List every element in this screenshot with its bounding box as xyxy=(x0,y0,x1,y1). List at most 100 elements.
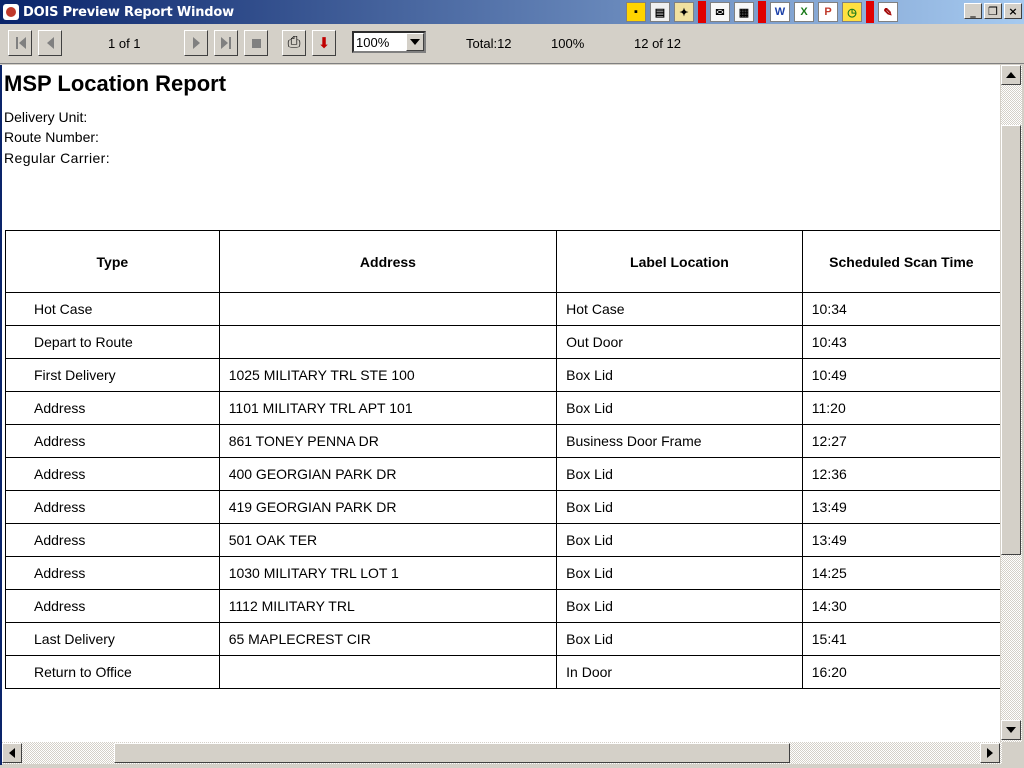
cell-label-location: Box Lid xyxy=(556,358,803,392)
cell-label-location: Box Lid xyxy=(556,490,803,524)
clock-icon[interactable]: ◷ xyxy=(842,2,862,22)
zoom-dropdown-button[interactable] xyxy=(406,33,424,51)
cell-type: Last Delivery xyxy=(5,622,220,656)
scroll-left-button[interactable] xyxy=(2,743,22,763)
title-bar[interactable]: DOIS Preview Report Window ▪ ▤ ✦ ✉ ▦ W X… xyxy=(0,0,1024,24)
cell-scan-time: 13:49 xyxy=(801,490,1000,524)
arrow-down-icon xyxy=(1006,727,1016,733)
cell-address: 501 OAK TER xyxy=(218,523,558,557)
cell-type: Address xyxy=(5,457,220,491)
column-header-type: Type xyxy=(5,230,220,293)
table-row: Return to Office In Door 16:20 xyxy=(5,655,1000,689)
horizontal-scroll-thumb[interactable] xyxy=(114,743,790,763)
tray-separator xyxy=(758,1,766,23)
cell-label-location: Business Door Frame xyxy=(556,424,803,458)
scroll-up-button[interactable] xyxy=(1001,65,1021,85)
vertical-scrollbar[interactable] xyxy=(1001,65,1022,742)
tray-separator xyxy=(866,1,874,23)
cell-label-location: Hot Case xyxy=(556,292,803,326)
toolbar-tray: ▪ ▤ ✦ ✉ ▦ W X P ◷ ✎ xyxy=(626,1,902,23)
print-button[interactable]: ⎙ xyxy=(282,30,306,56)
cell-type: Address xyxy=(5,424,220,458)
route-number-label: Route Number: xyxy=(4,129,99,145)
palette-icon[interactable]: ✦ xyxy=(674,2,694,22)
cell-address: 1101 MILITARY TRL APT 101 xyxy=(218,391,558,425)
next-page-icon xyxy=(192,37,200,49)
cell-type: Hot Case xyxy=(5,292,220,326)
cell-label-location: Box Lid xyxy=(556,556,803,590)
next-page-button[interactable] xyxy=(184,30,208,56)
scrollbar-corner xyxy=(1002,742,1022,764)
report-title: MSP Location Report xyxy=(4,71,227,96)
column-header-address: Address xyxy=(218,230,558,293)
close-button[interactable]: × xyxy=(1004,3,1022,19)
window-controls: _ ❐ × xyxy=(962,3,1022,19)
table-row: Address 419 GEORGIAN PARK DR Box Lid 13:49 xyxy=(5,490,1000,524)
window-title: DOIS Preview Report Window xyxy=(23,4,234,20)
cell-address xyxy=(218,325,558,359)
table-row: Address 1112 MILITARY TRL Box Lid 14:30 xyxy=(5,589,1000,623)
cell-type: Address xyxy=(5,556,220,590)
word-icon[interactable]: W xyxy=(770,2,790,22)
cell-label-location: Box Lid xyxy=(556,523,803,557)
cell-address: 1030 MILITARY TRL LOT 1 xyxy=(218,556,558,590)
tray-separator xyxy=(698,1,706,23)
delivery-unit-label: Delivery Unit: xyxy=(4,109,88,125)
regular-carrier-label: Regular Carrier: xyxy=(4,150,110,166)
previous-page-button[interactable] xyxy=(38,30,62,56)
arrow-left-icon xyxy=(9,748,15,758)
cell-address: 1112 MILITARY TRL xyxy=(218,589,558,623)
scroll-down-button[interactable] xyxy=(1001,720,1021,740)
cell-scan-time: 14:30 xyxy=(801,589,1000,623)
cell-type: Return to Office xyxy=(5,655,220,689)
stop-button[interactable] xyxy=(244,30,268,56)
cell-address: 861 TONEY PENNA DR xyxy=(218,424,558,458)
cell-type: Depart to Route xyxy=(5,325,220,359)
mail-icon[interactable]: ✉ xyxy=(710,2,730,22)
cell-address xyxy=(218,292,558,326)
excel-icon[interactable]: X xyxy=(794,2,814,22)
vertical-scroll-thumb[interactable] xyxy=(1001,125,1021,555)
percent-readout: 100% xyxy=(551,36,585,51)
zoom-select[interactable]: 100% xyxy=(352,31,426,53)
cell-type: Address xyxy=(5,391,220,425)
cell-address: 1025 MILITARY TRL STE 100 xyxy=(218,358,558,392)
cell-type: Address xyxy=(5,490,220,524)
cell-type: Address xyxy=(5,589,220,623)
table-row: Last Delivery 65 MAPLECREST CIR Box Lid 15:… xyxy=(5,622,1000,656)
table-row: Hot Case Hot Case 10:34 xyxy=(5,292,1000,326)
cell-scan-time: 12:36 xyxy=(801,457,1000,491)
first-page-button[interactable] xyxy=(8,30,32,56)
calendar-icon[interactable]: ▦ xyxy=(734,2,754,22)
column-header-scan-time: Scheduled Scan Time xyxy=(801,230,1000,293)
table-header-row: Type Address Label Location Scheduled Sc… xyxy=(5,230,1000,293)
table-row: Address 400 GEORGIAN PARK DR Box Lid 12:36 xyxy=(5,457,1000,491)
restore-button[interactable]: ❐ xyxy=(984,3,1002,19)
minimize-button[interactable]: _ xyxy=(964,3,982,19)
cell-scan-time: 10:43 xyxy=(801,325,1000,359)
last-page-button[interactable] xyxy=(214,30,238,56)
cell-scan-time: 16:20 xyxy=(801,655,1000,689)
page-indicator: 1 of 1 xyxy=(108,36,141,51)
table-row: Address 1030 MILITARY TRL LOT 1 Box Lid 14:… xyxy=(5,556,1000,590)
cell-label-location: Box Lid xyxy=(556,391,803,425)
cell-type: First Delivery xyxy=(5,358,220,392)
shortcut-icon[interactable]: ▪ xyxy=(626,2,646,22)
table-row: Address 501 OAK TER Box Lid 13:49 xyxy=(5,523,1000,557)
cell-type: Address xyxy=(5,523,220,557)
cell-address: 400 GEORGIAN PARK DR xyxy=(218,457,558,491)
cell-label-location: In Door xyxy=(556,655,803,689)
key-icon[interactable]: ✎ xyxy=(878,2,898,22)
horizontal-scrollbar[interactable] xyxy=(2,742,1002,764)
scroll-right-button[interactable] xyxy=(980,743,1000,763)
cell-label-location: Box Lid xyxy=(556,457,803,491)
cell-scan-time: 13:49 xyxy=(801,523,1000,557)
document-icon[interactable]: ▤ xyxy=(650,2,670,22)
export-button[interactable]: ⬇ xyxy=(312,30,336,56)
powerpoint-icon[interactable]: P xyxy=(818,2,838,22)
cell-address: 65 MAPLECREST CIR xyxy=(218,622,558,656)
cell-label-location: Box Lid xyxy=(556,589,803,623)
arrow-up-icon xyxy=(1006,72,1016,78)
cell-scan-time: 10:49 xyxy=(801,358,1000,392)
previous-page-icon xyxy=(46,37,54,49)
